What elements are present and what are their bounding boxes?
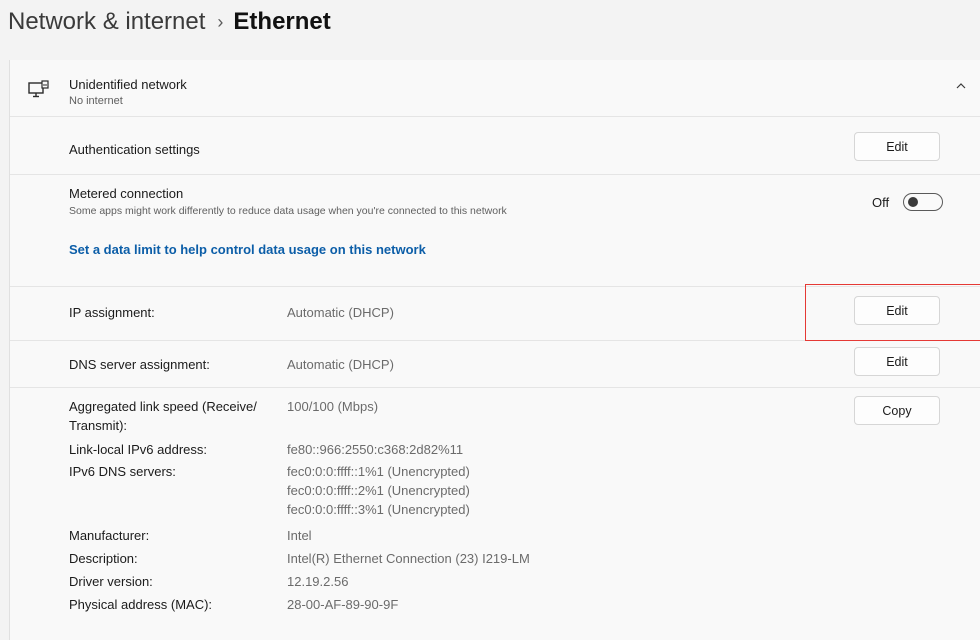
link-speed-label-continued: Transmit): xyxy=(69,418,128,433)
network-status: No internet xyxy=(69,95,123,107)
ip-assignment-edit-button[interactable]: Edit xyxy=(854,296,940,325)
network-header[interactable]: Unidentified network No internet xyxy=(10,60,980,116)
ipv6-dns-value-1: fec0:0:0:ffff::1%1 (Unencrypted) xyxy=(287,464,470,479)
breadcrumb-separator: › xyxy=(217,11,224,32)
authentication-settings-label: Authentication settings xyxy=(69,142,200,157)
dns-assignment-value: Automatic (DHCP) xyxy=(287,357,394,372)
ethernet-card: Unidentified network No internet Authent… xyxy=(9,60,980,640)
ip-assignment-value: Automatic (DHCP) xyxy=(287,305,394,320)
manufacturer-value: Intel xyxy=(287,528,312,543)
driver-version-label: Driver version: xyxy=(69,574,153,589)
ipv6-dns-label: IPv6 DNS servers: xyxy=(69,464,176,479)
mac-address-label: Physical address (MAC): xyxy=(69,597,213,612)
divider xyxy=(10,387,980,388)
description-value: Intel(R) Ethernet Connection (23) I219-L… xyxy=(287,551,530,566)
toggle-knob xyxy=(908,197,918,207)
data-limit-link[interactable]: Set a data limit to help control data us… xyxy=(69,242,426,257)
divider xyxy=(10,116,980,117)
ipv6-dns-value-2: fec0:0:0:ffff::2%1 (Unencrypted) xyxy=(287,483,470,498)
authentication-edit-button[interactable]: Edit xyxy=(854,132,940,161)
metered-toggle-state: Off xyxy=(872,195,890,210)
breadcrumb: Network & internet › Ethernet xyxy=(8,4,331,40)
ethernet-monitor-icon xyxy=(28,80,49,98)
dns-assignment-edit-button[interactable]: Edit xyxy=(854,347,940,376)
metered-connection-description: Some apps might work differently to redu… xyxy=(69,205,507,217)
ipv6-address-label: Link-local IPv6 address: xyxy=(69,442,208,457)
network-name: Unidentified network xyxy=(69,77,187,92)
divider xyxy=(10,340,980,341)
metered-connection-title: Metered connection xyxy=(69,186,184,201)
divider xyxy=(10,174,980,175)
breadcrumb-parent[interactable]: Network & internet xyxy=(8,8,205,36)
driver-version-value: 12.19.2.56 xyxy=(287,574,349,589)
page-title: Ethernet xyxy=(233,8,331,35)
mac-address-value: 28-00-AF-89-90-9F xyxy=(287,597,399,612)
manufacturer-label: Manufacturer: xyxy=(69,528,150,543)
ipv6-address-value: fe80::966:2550:c368:2d82%11 xyxy=(287,442,464,457)
link-speed-label: Aggregated link speed (Receive/ xyxy=(69,399,257,414)
metered-connection-toggle[interactable] xyxy=(903,193,943,211)
divider xyxy=(10,286,980,287)
ipv6-dns-value-3: fec0:0:0:ffff::3%1 (Unencrypted) xyxy=(287,502,470,517)
chevron-up-icon[interactable] xyxy=(953,78,969,94)
copy-properties-button[interactable]: Copy xyxy=(854,396,940,425)
description-label: Description: xyxy=(69,551,138,566)
dns-assignment-label: DNS server assignment: xyxy=(69,357,210,372)
link-speed-value: 100/100 (Mbps) xyxy=(287,399,379,414)
ip-assignment-label: IP assignment: xyxy=(69,305,155,320)
